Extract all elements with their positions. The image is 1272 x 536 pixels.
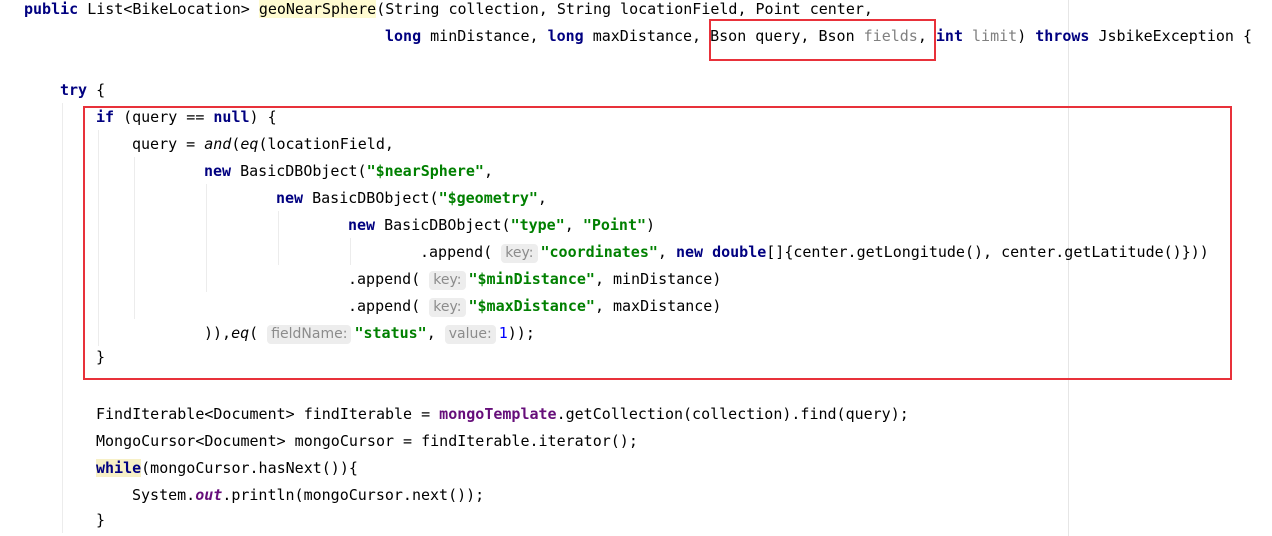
expression: (mongoCursor.hasNext()){ — [141, 459, 358, 477]
keyword: public — [24, 0, 79, 18]
highlight-box-params — [709, 19, 936, 61]
keyword: while — [96, 459, 142, 477]
code-line[interactable]: MongoCursor<Document> mongoCursor = find… — [96, 428, 638, 455]
expression: MongoCursor<Document> mongoCursor = find… — [96, 432, 638, 450]
keyword: long — [385, 27, 422, 45]
static-field: out — [195, 486, 223, 504]
closing-brace: } — [96, 511, 106, 529]
code-line[interactable]: while(mongoCursor.hasNext()){ — [96, 455, 358, 482]
exception-type: JsbikeException { — [1089, 27, 1252, 45]
code-line[interactable]: System.out.println(mongoCursor.next()); — [132, 482, 484, 509]
method-name: geoNearSphere — [258, 0, 377, 18]
keyword: try — [60, 81, 88, 99]
code-line[interactable]: try { — [60, 77, 105, 104]
keyword: long — [547, 27, 584, 45]
code-line[interactable]: } — [96, 507, 105, 534]
highlight-box-if-block — [83, 106, 1232, 380]
field-reference: mongoTemplate — [439, 405, 557, 423]
punctuation: { — [87, 81, 106, 99]
punctuation: ) — [1017, 27, 1036, 45]
expression: FindIterable<Document> findIterable = — [96, 405, 440, 423]
keyword: throws — [1035, 27, 1090, 45]
parameter: maxDistance, — [583, 27, 711, 45]
expression: .getCollection(collection).find(query); — [556, 405, 909, 423]
expression: .println(mongoCursor.next()); — [222, 486, 485, 504]
parameters: (String collection, String locationField… — [376, 0, 873, 18]
unused-parameter: limit — [963, 27, 1018, 45]
code-editor[interactable]: public List<BikeLocation> geoNearSphere(… — [0, 0, 1272, 536]
keyword: int — [935, 27, 963, 45]
parameter: minDistance, — [421, 27, 548, 45]
code-line[interactable]: FindIterable<Document> findIterable = mo… — [96, 401, 909, 428]
expression: System. — [132, 486, 196, 504]
return-type: List<BikeLocation> — [78, 0, 259, 18]
indent-guide — [62, 103, 63, 533]
